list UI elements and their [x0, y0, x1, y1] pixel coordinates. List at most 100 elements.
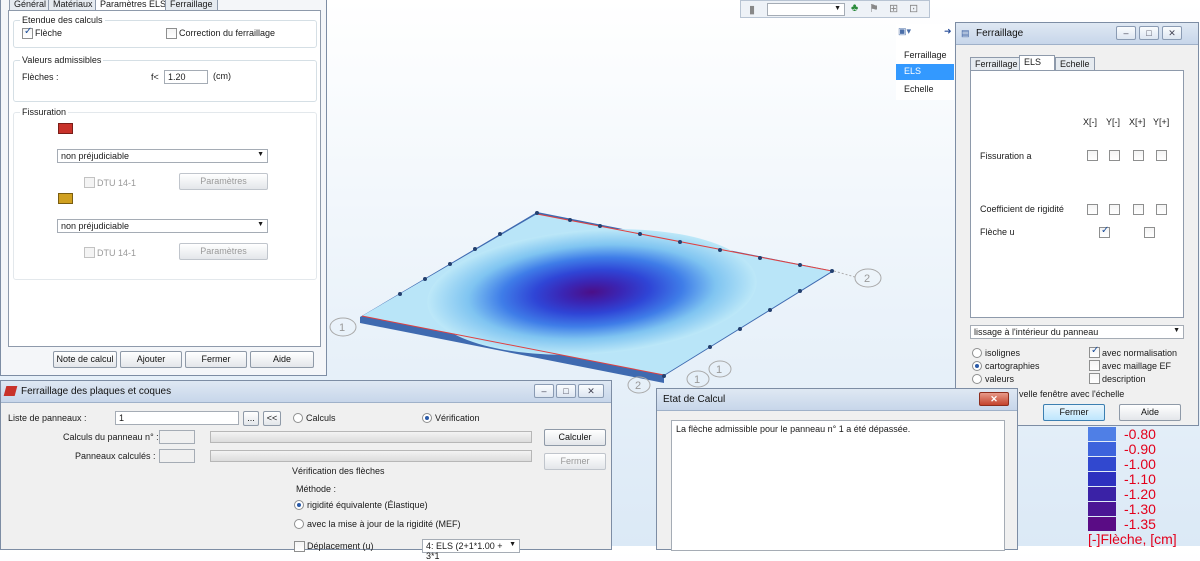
normalisation-label: avec normalisation	[1102, 348, 1178, 358]
fissuration-select-1[interactable]: non préjudiciable ▼	[57, 149, 268, 163]
minimize-button[interactable]: ‒	[1116, 26, 1136, 40]
dtu-checkbox-2[interactable]	[84, 247, 95, 258]
dtu-label-1: DTU 14-1	[97, 178, 137, 188]
radio-valeurs[interactable]	[972, 374, 982, 384]
maillage-checkbox[interactable]	[1089, 360, 1100, 371]
pin-icon[interactable]: ▮	[749, 3, 755, 16]
row-fleche: Flèche u	[980, 227, 1015, 237]
fleche-u-y[interactable]	[1144, 227, 1155, 238]
plates-close-button[interactable]: ✕	[578, 384, 604, 398]
ferraillage-window-icon: ▤	[961, 28, 970, 38]
group-etendue-title: Etendue des calculs	[20, 15, 105, 25]
window-icon[interactable]: ⊡	[909, 2, 918, 15]
side-menu-item-els[interactable]: ELS	[896, 64, 954, 80]
legend-swatch-0	[1088, 427, 1116, 441]
parametres-button-1[interactable]: Paramètres	[179, 173, 268, 190]
dtu-checkbox-1[interactable]	[84, 177, 95, 188]
parametres-button-2[interactable]: Paramètres	[179, 243, 268, 260]
radio-calculs[interactable]	[293, 413, 303, 423]
fissuration-y-minus[interactable]	[1109, 150, 1120, 161]
label-isolignes: isolignes	[985, 348, 1021, 358]
liste-panneaux-input[interactable]: 1	[115, 411, 239, 425]
plates-window: Ferraillage des plaques et coques ‒ □ ✕ …	[0, 380, 612, 561]
label-cartographies: cartographies	[985, 361, 1040, 371]
fleches-label: Flèches :	[22, 72, 59, 82]
group-etendue: Etendue des calculs Flèche Correction du…	[13, 15, 317, 48]
rigidite-x-minus[interactable]	[1087, 204, 1098, 215]
row-fissuration: Fissuration a	[980, 151, 1032, 161]
aide-button[interactable]: Aide	[250, 351, 314, 368]
legend-value-1: -0.90	[1124, 441, 1156, 457]
flag-icon[interactable]: ⚑	[869, 2, 879, 15]
side-menu-item-echelle[interactable]: Echelle	[896, 82, 954, 97]
fleche-u-x[interactable]	[1099, 225, 1110, 238]
radio-verification[interactable]	[422, 413, 432, 423]
toolbar-dropdown[interactable]: ▼	[767, 3, 845, 16]
label-elastique: rigidité équivalente (Élastique)	[307, 500, 428, 510]
deplacement-select[interactable]: 4: ELS (2+1*1.00 + 3*1 ▼	[422, 539, 520, 561]
axis-label-2b: 2	[627, 376, 651, 394]
ferraillage-window: ▤ Ferraillage ‒ □ ✕ Ferraillage ELS Eche…	[955, 22, 1199, 426]
plates-titlebar: Ferraillage des plaques et coques ‒ □ ✕	[1, 381, 611, 403]
correction-label: Correction du ferraillage	[179, 28, 276, 38]
legend-swatch-3	[1088, 472, 1116, 486]
back-button[interactable]: <<	[263, 411, 281, 426]
fissuration-x-minus[interactable]	[1087, 150, 1098, 161]
fleche-checkbox[interactable]	[22, 26, 33, 39]
tab-ferraillage-2[interactable]: Ferraillage	[970, 57, 1023, 71]
radio-mef[interactable]	[294, 519, 304, 529]
group-fissuration-title: Fissuration	[20, 107, 69, 117]
svg-text:1: 1	[716, 364, 722, 376]
tab-els[interactable]: ELS	[1019, 55, 1055, 71]
description-checkbox[interactable]	[1089, 373, 1100, 384]
correction-checkbox[interactable]	[166, 28, 177, 39]
panneaux-calcules-label: Panneaux calculés :	[75, 451, 156, 461]
legend-value-2: -1.00	[1124, 456, 1156, 472]
tree-icon[interactable]: ♣	[851, 2, 858, 14]
radio-cartographies[interactable]	[972, 361, 982, 371]
maximize-button[interactable]: □	[1139, 26, 1159, 40]
fissuration-select-2[interactable]: non préjudiciable ▼	[57, 219, 268, 233]
ferr-fermer-button[interactable]: Fermer	[1043, 404, 1105, 421]
arrow-icon[interactable]: ➜	[944, 26, 952, 37]
legend-swatch-4	[1088, 487, 1116, 501]
fissuration-x-plus[interactable]	[1133, 150, 1144, 161]
rigidite-y-minus[interactable]	[1109, 204, 1120, 215]
close-button[interactable]: ✕	[1162, 26, 1182, 40]
normalisation-checkbox[interactable]	[1089, 345, 1100, 358]
plates-fermer-button[interactable]: Fermer	[544, 453, 606, 470]
calculer-button[interactable]: Calculer	[544, 429, 606, 446]
fissuration-icon-2	[58, 193, 73, 204]
plates-minimize-button[interactable]: ‒	[534, 384, 554, 398]
label-valeurs: valeurs	[985, 374, 1015, 384]
new-window-label: velle fenêtre avec l'échelle	[1019, 389, 1125, 399]
select-panels-button[interactable]: ...	[243, 411, 259, 426]
side-menu-item-ferraillage[interactable]: Ferraillage	[896, 48, 954, 63]
side-menu-icon[interactable]: ▣▾	[898, 26, 911, 37]
ajouter-button[interactable]: Ajouter	[120, 351, 182, 368]
ferr-aide-button[interactable]: Aide	[1119, 404, 1181, 421]
dtu-label-2: DTU 14-1	[97, 248, 137, 258]
tab-echelle[interactable]: Echelle	[1055, 57, 1095, 71]
radio-isolignes[interactable]	[972, 348, 982, 358]
axis-label-1b: 1	[686, 370, 710, 388]
fermer-button[interactable]: Fermer	[185, 351, 247, 368]
col-y-plus: Y[+]	[1153, 117, 1170, 127]
calculs-progress-bar	[210, 431, 532, 443]
panneaux-progress-bar	[210, 450, 532, 462]
legend-swatch-1	[1088, 442, 1116, 456]
plates-maximize-button[interactable]: □	[556, 384, 576, 398]
radio-elastique[interactable]	[294, 500, 304, 510]
f-limit-input[interactable]: 1.20	[164, 70, 208, 84]
filter-icon[interactable]: ⊞	[889, 2, 898, 15]
rigidite-x-plus[interactable]	[1133, 204, 1144, 215]
fissuration-y-plus[interactable]	[1156, 150, 1167, 161]
rigidite-y-plus[interactable]	[1156, 204, 1167, 215]
deplacement-checkbox[interactable]	[294, 541, 305, 552]
model-viewport[interactable]: 1 2 2 1 1	[320, 190, 900, 400]
f-limit-unit: (cm)	[213, 71, 231, 81]
note-de-calcul-button[interactable]: Note de calcul	[53, 351, 117, 368]
label-verification: Vérification	[435, 413, 480, 423]
lissage-select[interactable]: lissage à l'intérieur du panneau ▼	[970, 325, 1184, 339]
etat-close-button[interactable]: ✕	[979, 392, 1009, 406]
